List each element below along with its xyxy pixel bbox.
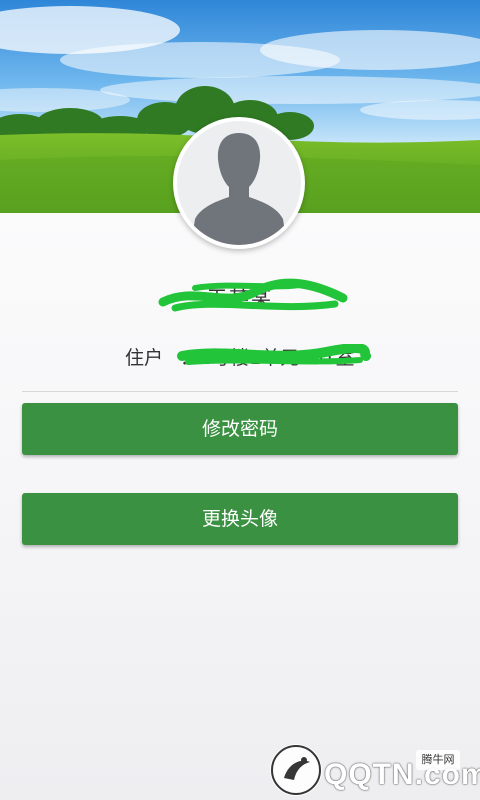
qqtn-logo-icon [270,744,322,796]
resident-address: ：1号楼1单元201室 [180,347,355,369]
watermark: QQTN.com 腾牛网 [270,744,480,796]
change-avatar-button[interactable]: 更换头像 [22,493,458,545]
user-name-row: 王某某 [0,274,480,314]
resident-label: 住户 [125,347,164,369]
user-name: 王某某 [207,286,273,310]
resident-info-row: 住户 ：1号楼1单元201室 [0,340,480,370]
watermark-tag: 腾牛网 [416,750,460,770]
divider [22,391,458,392]
user-avatar[interactable] [173,117,305,249]
default-avatar-icon [177,121,301,245]
change-password-button[interactable]: 修改密码 [22,403,458,455]
